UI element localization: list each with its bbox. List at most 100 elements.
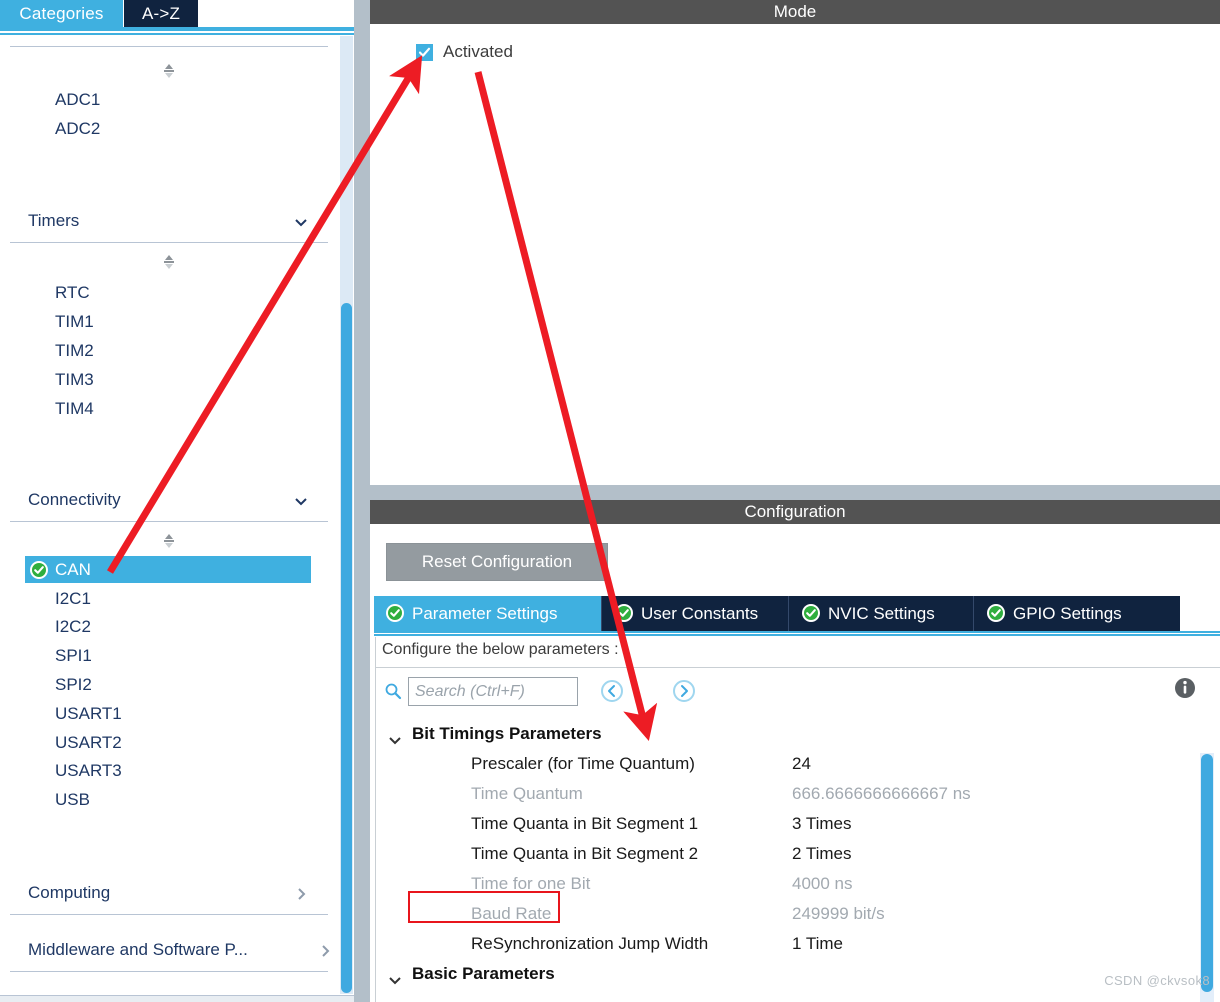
check-circle-icon bbox=[615, 604, 633, 622]
tree-panel-footer bbox=[0, 995, 354, 1002]
tab-nvic-settings[interactable]: NVIC Settings bbox=[790, 596, 974, 631]
tab-user-constants[interactable]: User Constants bbox=[603, 596, 789, 631]
tree-item-label: USART1 bbox=[55, 704, 122, 723]
collapse-handle-icon[interactable] bbox=[160, 254, 178, 270]
tree-item-can[interactable]: CAN bbox=[25, 556, 311, 583]
tree-item-label: I2C1 bbox=[55, 589, 91, 608]
tree-item-label: USART3 bbox=[55, 761, 122, 780]
check-circle-icon bbox=[386, 604, 404, 622]
chevron-down-icon bbox=[388, 727, 402, 745]
tree-item-label: USART2 bbox=[55, 733, 122, 752]
param-group-bit-timings[interactable]: Bit Timings Parameters bbox=[384, 719, 602, 749]
mode-section-body: Activated bbox=[370, 24, 1220, 485]
search-previous-button[interactable] bbox=[600, 679, 624, 703]
tree-item-spi2[interactable]: SPI2 bbox=[25, 671, 311, 698]
collapse-handle-icon[interactable] bbox=[160, 63, 178, 79]
category-label-middleware: Middleware and Software P... bbox=[28, 940, 248, 959]
tree-item-label: ADC1 bbox=[55, 90, 101, 109]
check-circle-icon bbox=[987, 604, 1005, 622]
configuration-section-title: Configuration bbox=[370, 500, 1220, 524]
category-header-computing[interactable]: Computing bbox=[10, 875, 328, 915]
configure-hint-label: Configure the below parameters : bbox=[382, 641, 619, 658]
app-window: Categories A->Z ADC1 ADC2 Timers RTC TIM… bbox=[0, 0, 1220, 1002]
tree-item-usart2[interactable]: USART2 bbox=[25, 729, 311, 756]
parameter-settings-pane: Configure the below parameters : Search … bbox=[375, 637, 1220, 1002]
check-circle-icon bbox=[802, 604, 820, 622]
tree-item-tim2[interactable]: TIM2 bbox=[25, 337, 311, 364]
tree-item-tim3[interactable]: TIM3 bbox=[25, 366, 311, 393]
param-name: Time Quanta in Bit Segment 1 bbox=[471, 814, 699, 833]
tree-item-usb[interactable]: USB bbox=[25, 786, 311, 813]
tree-item-adc2[interactable]: ADC2 bbox=[25, 115, 311, 142]
activated-label: Activated bbox=[443, 42, 513, 61]
chevron-down-icon bbox=[294, 494, 308, 508]
chevron-right-icon bbox=[318, 944, 332, 958]
param-group-label: Bit Timings Parameters bbox=[412, 724, 602, 743]
tree-scroll-viewport[interactable]: ADC1 ADC2 Timers RTC TIM1 TIM2 TIM3 TIM4… bbox=[0, 35, 366, 995]
tabstrip-accent-line bbox=[374, 631, 1220, 633]
category-header-connectivity[interactable]: Connectivity bbox=[10, 482, 328, 522]
param-group-basic[interactable]: Basic Parameters bbox=[384, 959, 555, 989]
param-row-time-quantum: Time Quantum 666.6666666666667 ns bbox=[376, 779, 1220, 809]
tree-item-label: TIM3 bbox=[55, 370, 94, 389]
activated-checkbox[interactable] bbox=[416, 43, 433, 61]
tabstrip-accent-line-2 bbox=[374, 634, 1220, 636]
category-header-clipped[interactable] bbox=[10, 35, 328, 47]
param-row-bit-segment-1[interactable]: Time Quanta in Bit Segment 1 3 Times bbox=[376, 809, 1220, 839]
tree-scrollbar-thumb[interactable] bbox=[341, 303, 352, 993]
configuration-panel: Mode Activated Configuration Reset Confi… bbox=[366, 0, 1220, 1002]
configuration-section-body: Reset Configuration Parameter Settings U… bbox=[370, 524, 1220, 1002]
tab-label: GPIO Settings bbox=[1013, 604, 1122, 623]
info-icon[interactable] bbox=[1174, 677, 1196, 699]
tree-item-label: ADC2 bbox=[55, 119, 101, 138]
tree-item-i2c1[interactable]: I2C1 bbox=[25, 585, 311, 612]
param-value[interactable]: 3 Times bbox=[792, 809, 852, 839]
tree-item-label: TIM1 bbox=[55, 312, 94, 331]
tree-item-i2c2[interactable]: I2C2 bbox=[25, 613, 311, 640]
chevron-down-icon bbox=[294, 215, 308, 229]
category-header-middleware[interactable]: Middleware and Software P... bbox=[10, 932, 330, 972]
tab-a-to-z[interactable]: A->Z bbox=[124, 0, 198, 27]
category-header-timers[interactable]: Timers bbox=[10, 203, 328, 243]
param-row-prescaler[interactable]: Prescaler (for Time Quantum) 24 bbox=[376, 749, 1220, 779]
param-value[interactable]: 1 Time bbox=[792, 929, 843, 959]
activated-checkbox-row[interactable]: Activated bbox=[416, 42, 513, 62]
param-group-label: Basic Parameters bbox=[412, 964, 555, 983]
collapse-handle-icon[interactable] bbox=[160, 533, 178, 549]
component-tree-panel: Categories A->Z ADC1 ADC2 Timers RTC TIM… bbox=[0, 0, 366, 1002]
tree-item-label: CAN bbox=[55, 560, 91, 579]
tree-item-adc1[interactable]: ADC1 bbox=[25, 86, 311, 113]
check-circle-icon bbox=[30, 561, 48, 579]
tree-item-label: SPI2 bbox=[55, 675, 92, 694]
tree-item-tim4[interactable]: TIM4 bbox=[25, 395, 311, 422]
category-label-computing: Computing bbox=[28, 883, 111, 902]
param-value: 666.6666666666667 ns bbox=[792, 784, 971, 803]
param-value[interactable]: 2 Times bbox=[792, 839, 852, 869]
tab-gpio-settings[interactable]: GPIO Settings bbox=[975, 596, 1160, 631]
chevron-down-icon bbox=[388, 967, 402, 985]
parameter-scrollbar-thumb[interactable] bbox=[1201, 754, 1213, 992]
param-name: Time Quantum bbox=[471, 784, 583, 803]
divider bbox=[376, 667, 1220, 668]
tab-label: Parameter Settings bbox=[412, 604, 558, 623]
panel-splitter[interactable] bbox=[354, 0, 366, 1002]
tab-label: NVIC Settings bbox=[828, 604, 935, 623]
tab-parameter-settings[interactable]: Parameter Settings bbox=[374, 596, 602, 631]
tree-item-usart3[interactable]: USART3 bbox=[25, 757, 311, 784]
param-value: 4000 ns bbox=[792, 874, 853, 893]
tree-item-rtc[interactable]: RTC bbox=[25, 279, 311, 306]
tree-item-spi1[interactable]: SPI1 bbox=[25, 642, 311, 669]
param-value: 249999 bit/s bbox=[792, 904, 885, 923]
param-row-resync-jump-width[interactable]: ReSynchronization Jump Width 1 Time bbox=[376, 929, 1220, 959]
search-input[interactable] bbox=[408, 677, 578, 706]
tree-item-label: TIM2 bbox=[55, 341, 94, 360]
tab-categories[interactable]: Categories bbox=[0, 0, 123, 27]
search-next-button[interactable] bbox=[672, 679, 696, 703]
tree-item-usart1[interactable]: USART1 bbox=[25, 700, 311, 727]
param-value[interactable]: 24 bbox=[792, 749, 811, 779]
reset-configuration-button[interactable]: Reset Configuration bbox=[386, 543, 608, 581]
tree-item-tim1[interactable]: TIM1 bbox=[25, 308, 311, 335]
tree-tabbar: Categories A->Z bbox=[0, 0, 366, 27]
param-row-bit-segment-2[interactable]: Time Quanta in Bit Segment 2 2 Times bbox=[376, 839, 1220, 869]
baud-rate-highlight-box bbox=[408, 891, 560, 923]
